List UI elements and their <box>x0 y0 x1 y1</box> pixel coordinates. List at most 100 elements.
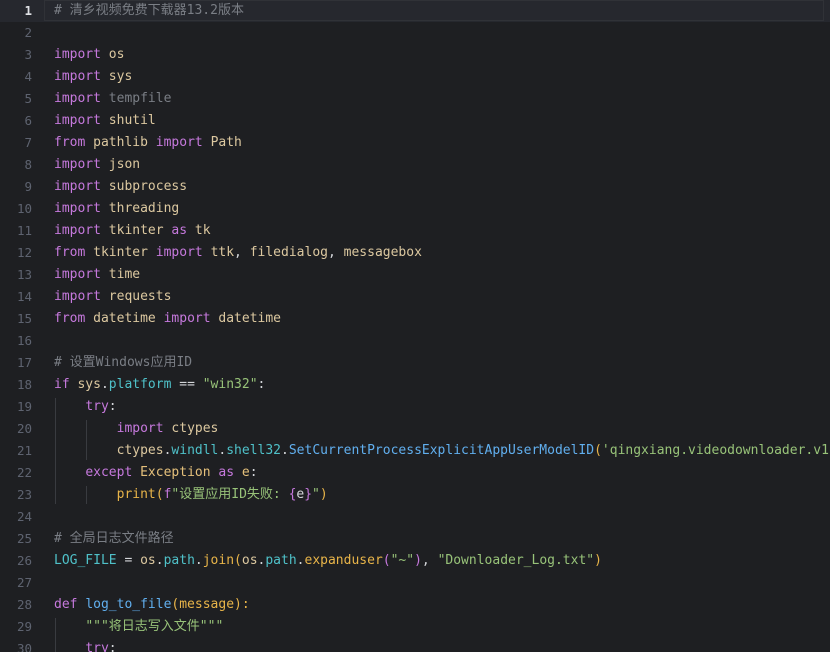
code-token: SetCurrentProcessExplicitAppUserModelID <box>288 443 595 458</box>
line-number: 30 <box>16 641 32 652</box>
code-editor[interactable]: 1 # 清乡视频免费下载器13.2版本 2 3 import os 4 import sys… <box>0 0 830 652</box>
code-line[interactable]: 15 from datetime import datetime <box>0 308 830 330</box>
code-line[interactable]: 13 import time <box>0 264 830 286</box>
code-line[interactable]: 7 from pathlib import Path <box>0 132 830 154</box>
code-line[interactable]: 20 import ctypes <box>0 418 830 440</box>
indent-guide <box>55 398 56 504</box>
code-token: LOG_FILE <box>54 553 117 568</box>
code-line[interactable]: 24 <box>0 506 830 528</box>
code-token: datetime <box>93 311 156 326</box>
code-token: . <box>100 377 109 392</box>
code-line[interactable]: 2 <box>0 22 830 44</box>
code-token: """将日志写入文件""" <box>85 619 224 634</box>
code-line[interactable]: 1 # 清乡视频免费下载器13.2版本 <box>0 0 830 22</box>
code-token: ) <box>414 553 422 568</box>
code-token: from <box>54 245 86 260</box>
code-token: subprocess <box>108 179 188 194</box>
code-token: path <box>163 553 195 568</box>
code-line[interactable]: 25 # 全局日志文件路径 <box>0 528 830 550</box>
code-token: ) <box>319 487 328 502</box>
code-text: try: <box>54 638 117 652</box>
code-token: import <box>116 421 164 436</box>
code-text: import shutil <box>54 110 156 132</box>
line-number: 1 <box>24 3 32 18</box>
code-token: "设置应用ID失败: <box>171 487 289 502</box>
code-line[interactable]: 17 # 设置Windows应用ID <box>0 352 830 374</box>
code-token: , <box>421 553 438 568</box>
code-line[interactable]: 9 import subprocess <box>0 176 830 198</box>
code-token: filedialog <box>249 245 328 260</box>
code-line[interactable]: 5 import tempfile <box>0 88 830 110</box>
code-line[interactable]: 27 <box>0 572 830 594</box>
code-token: Exception <box>140 465 211 480</box>
line-number: 22 <box>16 465 32 480</box>
code-token: log_to_file <box>85 597 172 612</box>
code-line[interactable]: 4 import sys <box>0 66 830 88</box>
line-number: 15 <box>16 311 32 326</box>
code-line[interactable]: 6 import shutil <box>0 110 830 132</box>
code-token: shutil <box>108 113 156 128</box>
code-token: ) <box>594 553 602 568</box>
code-line[interactable]: 19 try: <box>0 396 830 418</box>
line-number: 20 <box>16 421 32 436</box>
code-line[interactable]: 10 import threading <box>0 198 830 220</box>
code-token: os <box>241 553 258 568</box>
code-line[interactable]: 30 try: <box>0 638 830 652</box>
code-token: : <box>249 465 258 480</box>
code-token: shell32 <box>226 443 282 458</box>
code-line[interactable]: 21 ctypes.windll.shell32.SetCurrentProce… <box>0 440 830 462</box>
code-token: os <box>140 553 156 568</box>
code-line[interactable]: 29 """将日志写入文件""" <box>0 616 830 638</box>
code-token: tkinter <box>93 245 148 260</box>
code-text: import time <box>54 264 140 286</box>
code-token: def <box>54 597 78 612</box>
code-line[interactable]: 8 import json <box>0 154 830 176</box>
code-line[interactable]: 18 if sys.platform == "win32": <box>0 374 830 396</box>
code-token: platform <box>108 377 172 392</box>
code-token: import <box>54 113 101 128</box>
line-number: 2 <box>24 25 32 40</box>
code-token: # 清乡视频免费下载器13.2版本 <box>54 3 244 18</box>
code-line[interactable]: 14 import requests <box>0 286 830 308</box>
code-text: import ctypes <box>54 418 219 440</box>
code-token: ( <box>234 553 242 568</box>
code-token: json <box>108 157 141 172</box>
code-line[interactable]: 22 except Exception as e: <box>0 462 830 484</box>
line-number: 17 <box>16 355 32 370</box>
code-token: if <box>54 377 70 392</box>
code-line[interactable]: 11 import tkinter as tk <box>0 220 830 242</box>
code-token: messagebox <box>343 245 422 260</box>
code-line[interactable]: 12 from tkinter import ttk, filedialog, m… <box>0 242 830 264</box>
code-token: : <box>257 377 266 392</box>
code-token: ctypes <box>116 443 164 458</box>
line-number: 4 <box>24 69 32 84</box>
code-token: from <box>54 135 86 150</box>
code-line[interactable]: 28 def log_to_file(message): <box>0 594 830 616</box>
code-token: = <box>116 553 141 568</box>
code-line[interactable]: 3 import os <box>0 44 830 66</box>
code-line[interactable]: 26 LOG_FILE = os.path.join(os.path.expand… <box>0 550 830 572</box>
code-line[interactable]: 23 print(f"设置应用ID失败: {e}") <box>0 484 830 506</box>
code-token: . <box>155 553 164 568</box>
code-token: # 设置Windows应用ID <box>54 355 193 370</box>
code-token: : <box>108 641 117 652</box>
code-token: . <box>296 553 305 568</box>
code-line[interactable]: 16 <box>0 330 830 352</box>
code-token: datetime <box>218 311 282 326</box>
code-token: print <box>116 487 156 502</box>
line-number: 9 <box>24 179 32 194</box>
code-token: Path <box>210 135 242 150</box>
code-token: " <box>312 487 320 502</box>
line-number: 5 <box>24 91 32 106</box>
